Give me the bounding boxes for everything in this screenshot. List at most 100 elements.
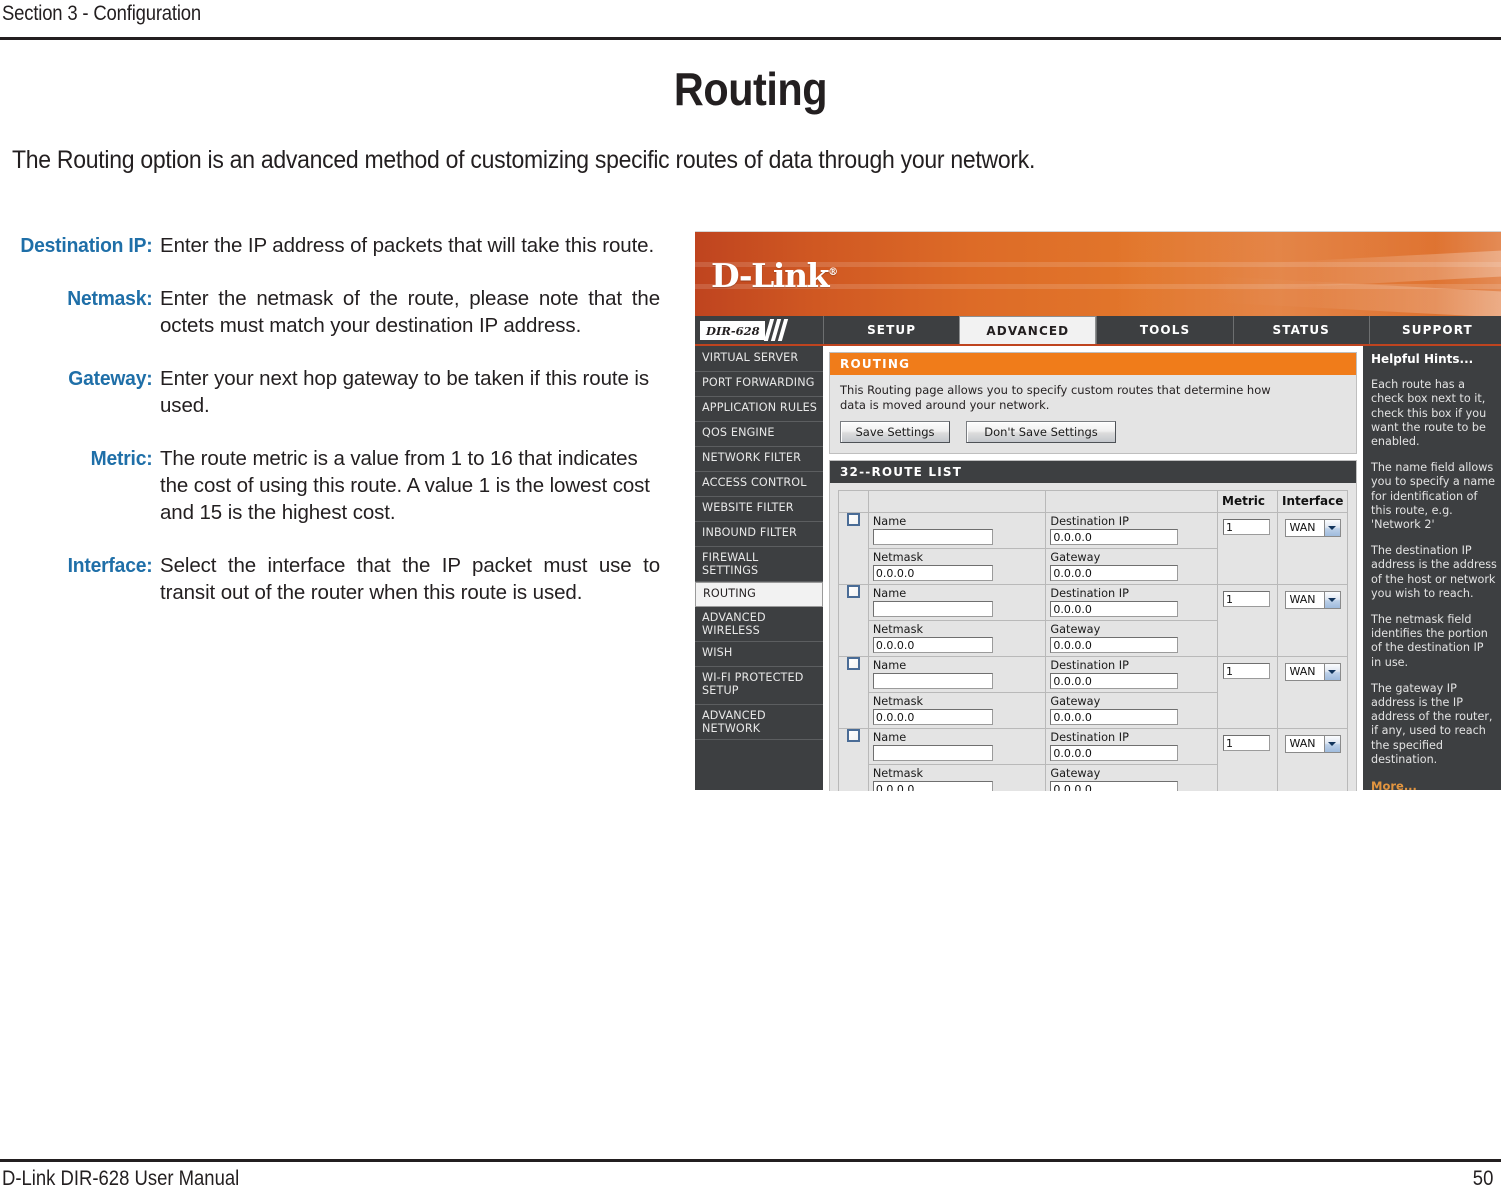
- dlink-logo: D-Link®: [711, 256, 838, 292]
- sidebar-item-firewall-settings[interactable]: FIREWALL SETTINGS: [695, 547, 823, 582]
- dont-save-settings-button[interactable]: Don't Save Settings: [966, 421, 1116, 443]
- route-name-input[interactable]: [872, 745, 993, 761]
- route-name-cell: Name: [867, 512, 1047, 549]
- route-gateway-input[interactable]: 0.0.0.0: [1050, 637, 1179, 653]
- router-banner: D-Link®: [695, 232, 1501, 316]
- sidebar-item-wish[interactable]: WISH: [695, 642, 823, 667]
- route-name-input[interactable]: [872, 529, 993, 545]
- tab-support[interactable]: SUPPORT: [1368, 316, 1501, 344]
- route-interface-select[interactable]: WAN: [1284, 663, 1341, 681]
- definition-list: Destination IP: Enter the IP address of …: [0, 232, 665, 632]
- route-netmask-label: Netmask: [872, 623, 924, 636]
- route-interface-select[interactable]: WAN: [1284, 735, 1341, 753]
- route-netmask-cell: Netmask 0.0.0.0: [867, 620, 1047, 657]
- route-destination-ip-input[interactable]: 0.0.0.0: [1050, 745, 1179, 761]
- tab-tools[interactable]: TOOLS: [1096, 316, 1233, 344]
- router-body: VIRTUAL SERVER PORT FORWARDING APPLICATI…: [695, 346, 1501, 791]
- route-interface-select[interactable]: WAN: [1284, 591, 1341, 609]
- tab-setup[interactable]: SETUP: [823, 316, 960, 344]
- sidebar-item-wifi-protected-setup[interactable]: WI-FI PROTECTED SETUP: [695, 667, 823, 705]
- route-enable-checkbox[interactable]: [846, 729, 860, 742]
- chevron-down-icon[interactable]: [1323, 592, 1340, 608]
- definition-term: Gateway:: [68, 367, 153, 390]
- route-enable-cell[interactable]: [838, 512, 869, 585]
- route-metric-input[interactable]: 1: [1223, 519, 1271, 535]
- route-netmask-input[interactable]: 0.0.0.0: [872, 781, 993, 791]
- sidebar-item-access-control[interactable]: ACCESS CONTROL: [695, 472, 823, 497]
- route-gateway-input[interactable]: 0.0.0.0: [1050, 781, 1179, 791]
- route-name-input[interactable]: [872, 673, 993, 689]
- definition-description: Select the interface that the IP packet …: [160, 554, 660, 604]
- page-title: Routing: [673, 63, 828, 115]
- route-netmask-input[interactable]: 0.0.0.0: [872, 637, 993, 653]
- router-top-nav: DIR-628 SETUP ADVANCED TOOLS STATUS SUPP…: [695, 316, 1501, 346]
- hint-paragraph: The name field allows you to specify a n…: [1371, 461, 1496, 532]
- table-header-row: Metric Interface: [838, 490, 1348, 513]
- footer-divider: [0, 1159, 1501, 1162]
- route-enable-checkbox[interactable]: [846, 513, 860, 526]
- sidebar-item-routing[interactable]: ROUTING: [695, 582, 823, 607]
- route-gateway-input[interactable]: 0.0.0.0: [1050, 709, 1179, 725]
- banner-corner-highlight: [1435, 232, 1501, 316]
- definition-description: Enter your next hop gateway to be taken …: [160, 367, 649, 417]
- route-destination-ip-input[interactable]: 0.0.0.0: [1050, 673, 1179, 689]
- table-row: Name Destination IP 0.0.0.0 1 WAN: [838, 512, 1348, 585]
- route-name-cell: Name: [867, 656, 1047, 693]
- definition-row-gateway: Gateway: Enter your next hop gateway to …: [0, 365, 665, 419]
- route-name-label: Name: [872, 659, 907, 672]
- router-ui-screenshot: D-Link® DIR-628 SETUP ADVANCED TOOLS STA…: [695, 231, 1501, 791]
- route-name-input[interactable]: [872, 601, 993, 617]
- chevron-down-icon[interactable]: [1323, 736, 1340, 752]
- sidebar-item-virtual-server[interactable]: VIRTUAL SERVER: [695, 347, 823, 372]
- route-metric-input[interactable]: 1: [1223, 663, 1271, 679]
- sidebar-item-application-rules[interactable]: APPLICATION RULES: [695, 397, 823, 422]
- route-gateway-label: Gateway: [1050, 695, 1101, 708]
- hint-paragraph: The gateway IP address is the IP address…: [1371, 681, 1493, 766]
- route-metric-cell: 1: [1217, 584, 1278, 657]
- chevron-down-icon[interactable]: [1323, 520, 1340, 536]
- route-gateway-label: Gateway: [1050, 767, 1101, 780]
- route-interface-cell: WAN: [1277, 656, 1348, 729]
- route-metric-input[interactable]: 1: [1223, 735, 1271, 751]
- route-destination-cell: Destination IP 0.0.0.0: [1045, 584, 1219, 621]
- route-netmask-input[interactable]: 0.0.0.0: [872, 709, 993, 725]
- route-enable-cell[interactable]: [838, 584, 869, 657]
- route-enable-checkbox[interactable]: [846, 585, 860, 598]
- sidebar-item-advanced-network[interactable]: ADVANCED NETWORK: [695, 705, 823, 740]
- table-row: Name Destination IP 0.0.0.0 1 WAN: [838, 584, 1348, 657]
- route-name-label: Name: [872, 515, 907, 528]
- route-netmask-input[interactable]: 0.0.0.0: [872, 565, 993, 581]
- route-interface-select[interactable]: WAN: [1284, 519, 1341, 537]
- route-enable-checkbox[interactable]: [846, 657, 860, 670]
- route-gateway-input[interactable]: 0.0.0.0: [1050, 565, 1179, 581]
- sidebar-item-website-filter[interactable]: WEBSITE FILTER: [695, 497, 823, 522]
- route-netmask-cell: Netmask 0.0.0.0: [867, 548, 1047, 585]
- route-metric-input[interactable]: 1: [1223, 591, 1271, 607]
- routing-panel-heading: ROUTING: [830, 353, 1356, 375]
- route-enable-cell[interactable]: [838, 656, 869, 729]
- table-row: Name Destination IP 0.0.0.0 1 WAN: [838, 728, 1348, 791]
- routing-panel-description: This Routing page allows you to specify …: [840, 383, 1271, 412]
- sidebar-item-inbound-filter[interactable]: INBOUND FILTER: [695, 522, 823, 547]
- chevron-down-icon[interactable]: [1323, 664, 1340, 680]
- route-destination-ip-input[interactable]: 0.0.0.0: [1050, 601, 1179, 617]
- hints-more-link[interactable]: More...: [1371, 779, 1497, 791]
- definition-description: Enter the netmask of the route, please n…: [160, 287, 660, 337]
- registered-mark-icon: ®: [828, 267, 839, 278]
- footer-manual-name: D-Link DIR-628 User Manual: [2, 1167, 240, 1190]
- tab-advanced[interactable]: ADVANCED: [959, 316, 1097, 344]
- tab-status[interactable]: STATUS: [1232, 316, 1369, 344]
- route-gateway-cell: Gateway 0.0.0.0: [1045, 692, 1219, 729]
- route-enable-cell[interactable]: [838, 728, 869, 791]
- route-destination-ip-input[interactable]: 0.0.0.0: [1050, 529, 1179, 545]
- save-settings-button[interactable]: Save Settings: [840, 421, 950, 443]
- definition-description: Enter the IP address of packets that wil…: [160, 234, 655, 257]
- sidebar-item-network-filter[interactable]: NETWORK FILTER: [695, 447, 823, 472]
- column-header-checkbox: [838, 490, 869, 513]
- sidebar-item-advanced-wireless[interactable]: ADVANCED WIRELESS: [695, 607, 823, 642]
- definition-row-interface: Interface: Select the interface that the…: [0, 552, 665, 606]
- route-name-label: Name: [872, 731, 907, 744]
- route-list-panel: 32--ROUTE LIST Metric Interface Name Des…: [829, 460, 1357, 791]
- sidebar-item-qos-engine[interactable]: QOS ENGINE: [695, 422, 823, 447]
- sidebar-item-port-forwarding[interactable]: PORT FORWARDING: [695, 372, 823, 397]
